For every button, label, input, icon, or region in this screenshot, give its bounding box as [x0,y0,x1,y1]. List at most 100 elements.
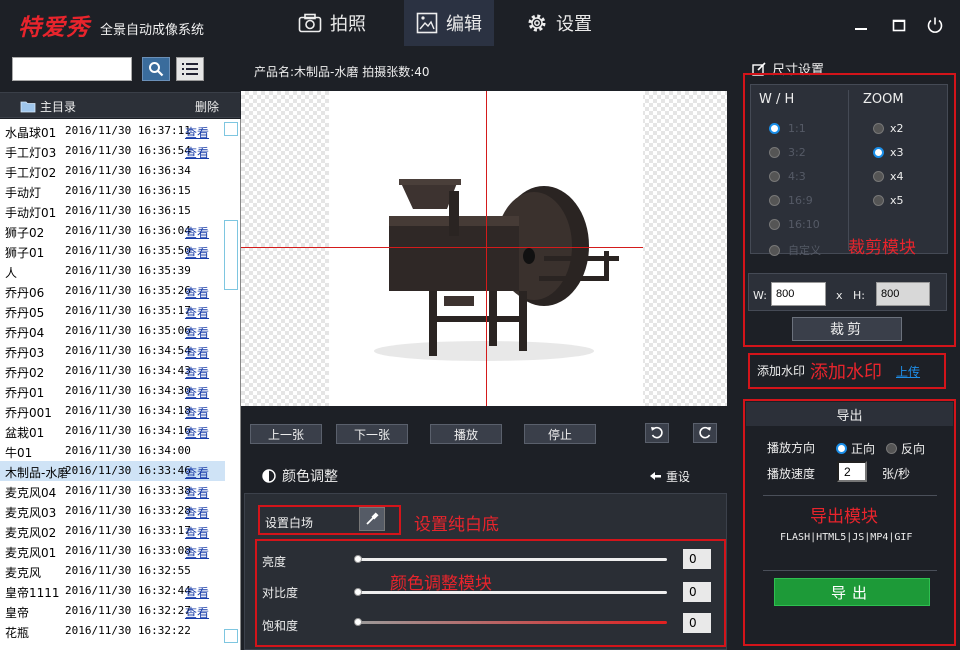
eyedropper-button[interactable] [359,507,385,531]
view-link[interactable]: 查看 [185,464,209,481]
product-list[interactable]: 花瓶 2016/11/30 16:32:22 皇帝 2016/11/30 16:32:… [0,119,241,650]
ratio-radio[interactable] [769,244,780,256]
ratio-radio[interactable] [769,123,780,134]
reset-button[interactable]: 重设 [650,468,690,485]
view-link[interactable]: 查看 [185,544,209,561]
view-link[interactable]: 查看 [185,344,209,361]
image-preview[interactable] [241,91,727,406]
width-input[interactable] [771,282,826,306]
zoom-option[interactable]: x2 [873,122,904,135]
stop-button[interactable]: 停止 [524,424,596,444]
ratio-radio[interactable] [769,219,780,230]
rotate-left-button[interactable] [645,423,669,443]
play-speed-input[interactable] [837,461,867,482]
ratio-option[interactable]: 16:10 [769,218,820,231]
list-item[interactable]: 狮子01 2016/11/30 16:35:50 查看 [0,241,225,261]
view-link[interactable]: 查看 [185,304,209,321]
delete-button[interactable]: 删除 [195,98,219,115]
play-button[interactable]: 播放 [430,424,502,444]
maximize-button[interactable] [888,14,910,36]
view-link[interactable]: 查看 [185,224,209,241]
list-item[interactable]: 乔丹04 2016/11/30 16:35:06 查看 [0,321,225,341]
search-input[interactable] [12,57,132,81]
list-item[interactable]: 乔丹01 2016/11/30 16:34:30 查看 [0,381,225,401]
brightness-slider[interactable] [354,555,667,563]
view-link[interactable]: 查看 [185,364,209,381]
list-item[interactable]: 牛01 2016/11/30 16:34:00 [0,441,225,461]
export-button[interactable]: 导出 [774,578,930,606]
saturation-knob[interactable] [354,618,362,626]
list-item[interactable]: 乔丹001 2016/11/30 16:34:18 查看 [0,401,225,421]
view-link[interactable]: 查看 [185,384,209,401]
direction-reverse-option[interactable]: 反向 [886,440,925,457]
view-link[interactable]: 查看 [185,424,209,441]
list-item[interactable]: 皇帝1111 2016/11/30 16:32:44 查看 [0,581,225,601]
view-link[interactable]: 查看 [185,604,209,621]
root-directory[interactable]: 主目录 [20,98,76,115]
list-view-button[interactable] [176,57,204,81]
view-link[interactable]: 查看 [185,284,209,301]
ratio-option[interactable]: 4:3 [769,170,806,183]
next-button[interactable]: 下一张 [336,424,408,444]
zoom-option[interactable]: x3 [873,146,904,159]
brightness-knob[interactable] [354,555,362,563]
list-item[interactable]: 手工灯03 2016/11/30 16:36:54 查看 [0,141,225,161]
tab-settings[interactable]: 设置 [514,0,604,46]
list-item[interactable]: 皇帝 2016/11/30 16:32:27 查看 [0,601,225,621]
minimize-button[interactable] [850,14,872,36]
list-item[interactable]: 麦克风02 2016/11/30 16:33:17 查看 [0,521,225,541]
list-item[interactable]: 麦克风04 2016/11/30 16:33:38 查看 [0,481,225,501]
view-link[interactable]: 查看 [185,124,209,141]
direction-forward-option[interactable]: 正向 [836,440,875,457]
power-button[interactable] [924,14,946,36]
list-item[interactable]: 乔丹03 2016/11/30 16:34:54 查看 [0,341,225,361]
zoom-option[interactable]: x5 [873,194,904,207]
ratio-radio[interactable] [769,147,780,158]
ratio-radio[interactable] [769,171,780,182]
view-link[interactable]: 查看 [185,504,209,521]
zoom-radio[interactable] [873,195,884,206]
ratio-radio[interactable] [769,195,780,206]
upload-watermark-link[interactable]: 上传 [896,363,920,380]
list-item[interactable]: 狮子02 2016/11/30 16:36:04 查看 [0,221,225,241]
view-link[interactable]: 查看 [185,524,209,541]
zoom-radio[interactable] [873,147,884,158]
view-link[interactable]: 查看 [185,144,209,161]
saturation-slider[interactable] [354,618,667,626]
ratio-option[interactable]: 自定义 [769,242,821,258]
search-button[interactable] [142,57,170,81]
height-input[interactable] [876,282,930,306]
list-item[interactable]: 手工灯02 2016/11/30 16:36:34 [0,161,225,181]
list-item[interactable]: 麦克风 2016/11/30 16:32:55 [0,561,225,581]
list-item[interactable]: 手动灯 2016/11/30 16:36:15 [0,181,225,201]
zoom-option[interactable]: x4 [873,170,904,183]
ratio-option[interactable]: 1:1 [769,122,806,135]
view-link[interactable]: 查看 [185,244,209,261]
list-item[interactable]: 人 2016/11/30 16:35:39 [0,261,225,281]
ratio-option[interactable]: 16:9 [769,194,813,207]
crop-button[interactable]: 裁剪 [792,317,902,341]
list-item[interactable]: 乔丹02 2016/11/30 16:34:43 查看 [0,361,225,381]
rotate-right-button[interactable] [693,423,717,443]
saturation-value[interactable]: 0 [683,613,711,633]
tab-edit[interactable]: 编辑 [404,0,494,46]
view-link[interactable]: 查看 [185,404,209,421]
zoom-radio[interactable] [873,171,884,182]
view-link[interactable]: 查看 [185,584,209,601]
list-item[interactable]: 乔丹06 2016/11/30 16:35:26 查看 [0,281,225,301]
view-link[interactable]: 查看 [185,324,209,341]
tab-photo[interactable]: 拍照 [282,0,382,46]
list-item[interactable]: 花瓶 2016/11/30 16:32:22 [0,621,225,641]
list-item[interactable]: 木制品-水磨 2016/11/30 16:33:46 查看 [0,461,225,481]
list-item[interactable]: 手动灯01 2016/11/30 16:36:15 [0,201,225,221]
list-item[interactable]: 水晶球01 2016/11/30 16:37:11 查看 [0,121,225,141]
list-item[interactable]: 盆栽01 2016/11/30 16:34:16 查看 [0,421,225,441]
contrast-knob[interactable] [354,588,362,596]
reverse-radio[interactable] [886,443,897,454]
forward-radio[interactable] [836,443,847,454]
prev-button[interactable]: 上一张 [250,424,322,444]
brightness-value[interactable]: 0 [683,549,711,569]
list-item[interactable]: 麦克风03 2016/11/30 16:33:28 查看 [0,501,225,521]
list-item[interactable]: 乔丹05 2016/11/30 16:35:17 查看 [0,301,225,321]
zoom-radio[interactable] [873,123,884,134]
